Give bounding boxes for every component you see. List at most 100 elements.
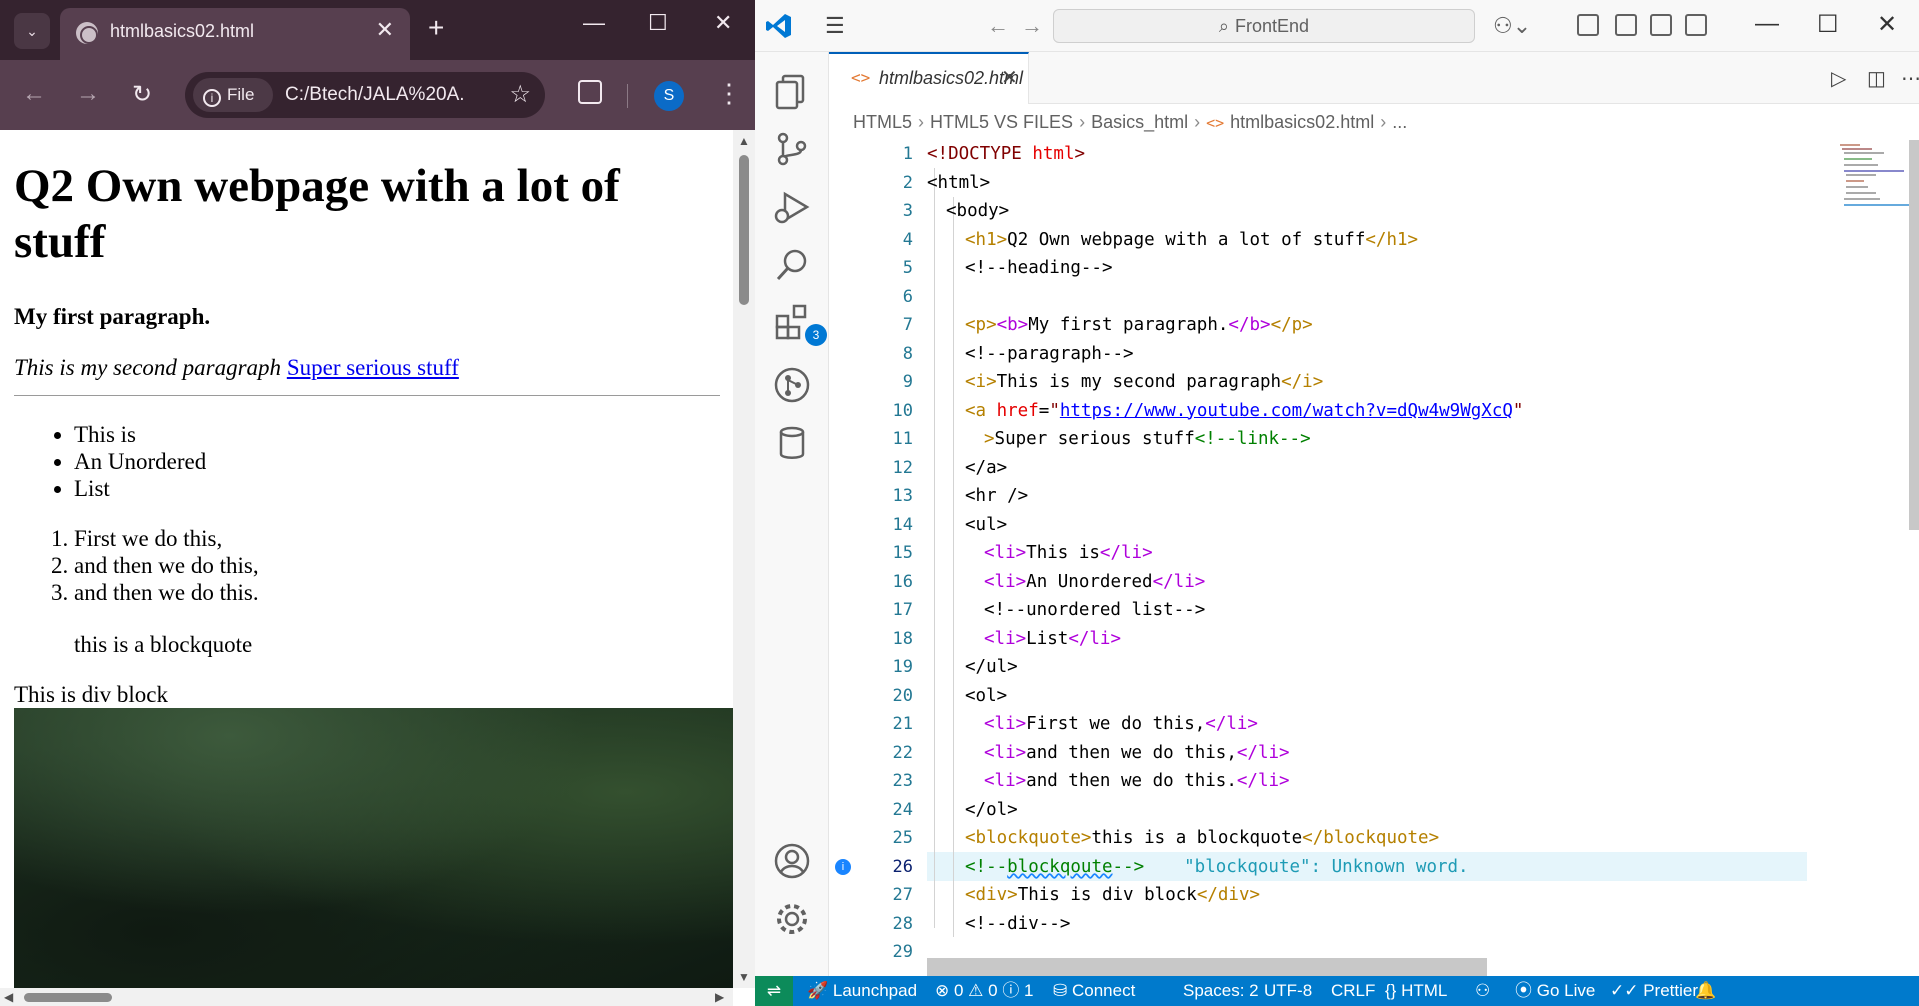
page-vertical-scrollbar[interactable]: ▲ ▼: [733, 130, 755, 988]
browser-tab[interactable]: htmlbasics02.html ✕: [60, 8, 410, 60]
line-number: 18: [892, 628, 913, 649]
maximize-button[interactable]: ☐: [1817, 10, 1839, 39]
close-window-button[interactable]: ✕: [714, 10, 732, 36]
git-graph-icon[interactable]: [773, 366, 811, 404]
eol-setting[interactable]: CRLF: [1331, 976, 1375, 1006]
url-text[interactable]: C:/Btech/JALA%20A...: [285, 84, 465, 106]
breadcrumb-item[interactable]: ...: [1392, 112, 1407, 132]
serious-stuff-link[interactable]: Super serious stuff: [287, 355, 459, 380]
url-link[interactable]: https://www.youtube.com/watch?v=dQw4w9Wg…: [1060, 401, 1513, 421]
customize-layout-icon[interactable]: [1577, 14, 1599, 36]
vscode-window: ☰ ← → ⌕ FrontEnd ⚇⌄ — ☐ ✕ 3 <> htmlbasics…: [755, 0, 1919, 1006]
code-line-9: <i>This is my second paragraph</i>: [965, 368, 1323, 397]
problems-indicator[interactable]: ⊗ 0 ⚠ 0 ⓘ 1: [935, 976, 1034, 1006]
html-file-icon: <>: [851, 68, 871, 87]
token: <li>: [984, 628, 1027, 649]
token: >: [984, 429, 995, 449]
minimize-button[interactable]: —: [1755, 10, 1779, 38]
run-icon[interactable]: ▷: [1831, 66, 1846, 91]
list-item: An Unordered: [74, 448, 206, 475]
scroll-down-icon[interactable]: ▼: [738, 970, 750, 984]
copilot-status-icon[interactable]: ⚇: [1475, 976, 1490, 1006]
search-icon[interactable]: [773, 246, 811, 284]
editor-tabs: <> htmlbasics02.html ✕ ▷ ◫ ⋯: [829, 52, 1919, 104]
more-menu-icon[interactable]: ⋮: [716, 78, 742, 108]
run-debug-icon[interactable]: [773, 188, 811, 226]
toggle-secondary-sidebar-icon[interactable]: [1685, 14, 1707, 36]
explorer-icon[interactable]: [773, 72, 811, 110]
code-line-20: <ol>: [965, 685, 1008, 706]
breadcrumb-item[interactable]: htmlbasics02.html: [1230, 112, 1374, 132]
toggle-panel-icon[interactable]: [1650, 14, 1672, 36]
editor-tab[interactable]: <> htmlbasics02.html ✕: [829, 52, 1029, 104]
address-bar[interactable]: i File C:/Btech/JALA%20A... ☆: [185, 72, 545, 118]
source-control-icon[interactable]: [773, 130, 811, 168]
extensions-icon[interactable]: [578, 80, 602, 104]
site-info-chip[interactable]: i File: [193, 78, 273, 112]
scroll-up-icon[interactable]: ▲: [738, 134, 750, 148]
breadcrumb-item[interactable]: Basics_html: [1091, 112, 1188, 132]
forward-arrow-icon[interactable]: →: [1021, 13, 1043, 39]
connect-button[interactable]: ⛁ Connect: [1053, 976, 1135, 1006]
close-tab-icon[interactable]: ✕: [1001, 65, 1018, 90]
editor-horizontal-scrollbar[interactable]: [927, 958, 1487, 976]
list-item: and then we do this.: [74, 579, 259, 606]
status-bar: ⇌ 🚀 Launchpad ⊗ 0 ⚠ 0 ⓘ 1 ⛁ Connect Spac…: [755, 976, 1919, 1006]
reload-button[interactable]: ↻: [132, 80, 152, 109]
breadcrumb-item[interactable]: HTML5 VS FILES: [930, 112, 1073, 132]
line-number: 21: [892, 714, 913, 734]
split-editor-icon[interactable]: ◫: [1867, 66, 1886, 91]
gear-icon[interactable]: [773, 900, 811, 938]
token: ": [1049, 400, 1060, 421]
forward-button[interactable]: →: [76, 80, 100, 108]
go-live-button[interactable]: ⦿ Go Live: [1515, 976, 1595, 1006]
notifications-bell-icon[interactable]: 🔔: [1695, 976, 1716, 1006]
maximize-button[interactable]: ☐: [648, 10, 668, 36]
token: </blockquote>: [1302, 828, 1440, 848]
line-number: 25: [892, 828, 913, 848]
info-icon: i: [203, 89, 221, 107]
page-horizontal-scrollbar[interactable]: ◀ ▶: [0, 988, 733, 1006]
copilot-icon[interactable]: ⚇⌄: [1493, 13, 1531, 39]
html-file-icon: <>: [1206, 114, 1225, 132]
scrollbar-thumb[interactable]: [739, 155, 749, 305]
code-line-19: </ul>: [965, 657, 1018, 677]
menu-icon[interactable]: ☰: [825, 13, 845, 39]
profile-avatar[interactable]: S: [654, 81, 684, 111]
language-mode[interactable]: {} HTML: [1385, 976, 1447, 1006]
vscode-logo-icon: [766, 14, 791, 38]
database-icon[interactable]: [773, 424, 811, 462]
code-editor[interactable]: i 1 2 3 4 5 6 7 8 9 10 11 12 13 14 15 16 17 18 19 20 21 22 23 2…: [829, 140, 1919, 976]
code-line-23: <li>and then we do this.</li>: [984, 767, 1290, 796]
launchpad-button[interactable]: 🚀 Launchpad: [807, 976, 917, 1006]
toggle-sidebar-icon[interactable]: [1615, 14, 1637, 36]
tab-search-button[interactable]: ⌄: [14, 13, 50, 49]
minimap[interactable]: [1834, 140, 1909, 220]
indentation-setting[interactable]: Spaces: 2: [1183, 976, 1259, 1006]
bookmark-star-icon[interactable]: ☆: [509, 80, 531, 109]
breadcrumb-item[interactable]: HTML5: [853, 112, 912, 132]
more-actions-icon[interactable]: ⋯: [1901, 66, 1919, 91]
token: <i>: [965, 372, 997, 392]
prettier-label: Prettier: [1643, 981, 1699, 1000]
line-number: 11: [892, 429, 913, 449]
remote-indicator-icon[interactable]: ⇌: [755, 976, 793, 1006]
tab-close-icon[interactable]: ✕: [376, 17, 394, 43]
new-tab-button[interactable]: +: [428, 12, 444, 44]
back-button[interactable]: ←: [22, 80, 46, 108]
back-arrow-icon[interactable]: ←: [987, 13, 1009, 39]
command-center-search[interactable]: ⌕ FrontEnd: [1053, 9, 1475, 43]
scrollbar-thumb[interactable]: [24, 993, 112, 1002]
editor-vertical-scrollbar[interactable]: [1909, 140, 1919, 530]
ordered-list: First we do this, and then we do this, a…: [74, 525, 259, 606]
scroll-right-icon[interactable]: ▶: [715, 990, 724, 1004]
accounts-icon[interactable]: [773, 842, 811, 880]
prettier-button[interactable]: ✓✓ Prettier: [1610, 976, 1698, 1006]
minimize-button[interactable]: —: [583, 10, 605, 36]
extensions-icon[interactable]: 3: [773, 302, 827, 346]
browser-window: ⌄ htmlbasics02.html ✕ + — ☐ ✕ ← → ↻ i Fil…: [0, 0, 755, 1006]
scroll-left-icon[interactable]: ◀: [4, 990, 13, 1004]
encoding-setting[interactable]: UTF-8: [1264, 976, 1312, 1006]
misspelled-word[interactable]: blockqoute: [1007, 857, 1112, 877]
close-window-button[interactable]: ✕: [1877, 10, 1897, 39]
